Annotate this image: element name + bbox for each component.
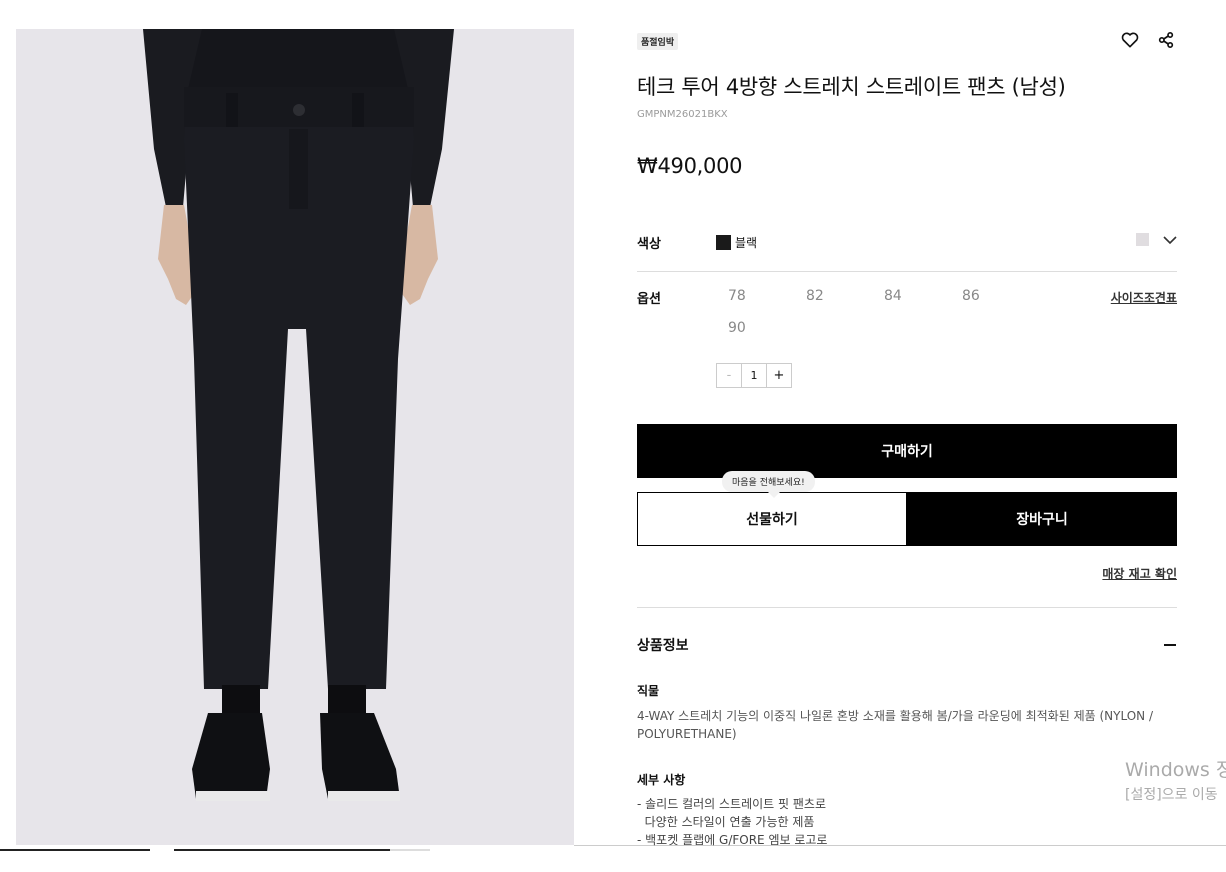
color-dropdown[interactable] (1136, 233, 1177, 246)
color-swatch (716, 235, 731, 250)
product-actions (1119, 29, 1177, 51)
gift-button[interactable]: 선물하기 (637, 492, 907, 546)
quantity-stepper: - 1 + (716, 363, 792, 388)
size-option[interactable]: 84 (884, 288, 962, 308)
size-option[interactable]: 90 (728, 320, 806, 340)
store-stock-link[interactable]: 매장 재고 확인 (1102, 565, 1177, 582)
color-label: 색상 (637, 237, 661, 252)
product-code: GMPNM26021BKX (637, 109, 728, 120)
material-title: 직물 (637, 684, 660, 698)
chevron-down-icon[interactable] (1163, 235, 1177, 245)
gift-tooltip: 마음을 전해보세요! (722, 471, 815, 498)
material-text: 4-WAY 스트레치 기능의 이중직 나일론 혼방 소재를 활용해 봄/가을 라… (637, 709, 1153, 741)
product-title: 테크 투어 4방향 스트레치 스트레이트 팬츠 (남성) (637, 75, 1066, 99)
size-options: 78 82 84 86 90 (728, 288, 1048, 340)
quantity-decrease-button[interactable]: - (717, 364, 741, 387)
color-value: 블랙 (735, 236, 758, 250)
windows-activation-watermark: Windows 정 [설정]으로 이동 (1125, 755, 1226, 804)
cart-button[interactable]: 장바구니 (907, 492, 1177, 546)
details-list: - 솔리드 컬러의 스트레이트 핏 팬츠로 다양한 스타일이 연출 가능한 제품… (637, 795, 827, 849)
size-guide-link[interactable]: 사이즈조견표 (1111, 289, 1177, 306)
scroll-indicator (174, 849, 390, 851)
quantity-value[interactable]: 1 (741, 364, 767, 387)
heart-icon[interactable] (1119, 29, 1141, 51)
status-badge: 품절임박 (637, 33, 679, 50)
list-item: 다양한 스타일이 연출 가능한 제품 (637, 815, 815, 829)
share-icon[interactable] (1155, 29, 1177, 51)
watermark-line: Windows 정 (1125, 759, 1226, 781)
size-option[interactable]: 86 (962, 288, 1040, 308)
product-photo (143, 29, 454, 801)
size-option[interactable]: 82 (806, 288, 884, 308)
list-item: - 백포켓 플랩에 G/FORE 엠보 로고로 (637, 833, 828, 847)
watermark-line: [설정]으로 이동 (1125, 787, 1218, 803)
color-preview (1136, 233, 1149, 246)
divider (637, 607, 1177, 608)
divider (637, 271, 1177, 272)
section-title: 상품정보 (637, 638, 689, 654)
size-option[interactable]: 78 (728, 288, 806, 308)
color-selector[interactable]: 색상 블랙 (637, 227, 1177, 257)
product-image (16, 29, 574, 845)
product-info-header[interactable]: 상품정보 (637, 635, 1177, 655)
quantity-increase-button[interactable]: + (767, 364, 791, 387)
scroll-indicator (390, 849, 430, 851)
details-title: 세부 사항 (637, 773, 686, 787)
list-item: - 솔리드 컬러의 스트레이트 핏 팬츠로 (637, 797, 827, 811)
buy-button[interactable]: 구매하기 (637, 424, 1177, 478)
minus-icon[interactable] (1163, 638, 1177, 652)
product-price: ₩490,000 (637, 154, 743, 178)
scroll-indicator (0, 849, 150, 851)
option-label: 옵션 (637, 292, 661, 307)
